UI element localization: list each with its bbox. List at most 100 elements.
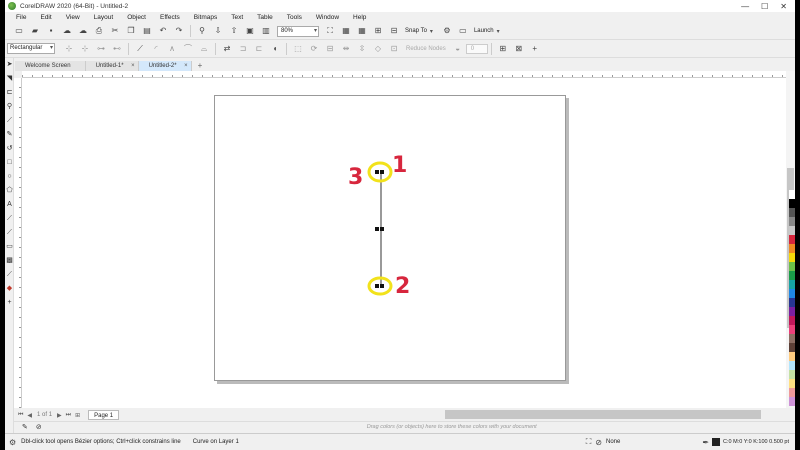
outline-color-swatch[interactable]: [712, 438, 721, 446]
bezier-tool-icon[interactable]: ↺: [5, 142, 14, 156]
curve-smoothness-icon[interactable]: ◒: [453, 44, 463, 54]
to-line-icon[interactable]: ⟋: [135, 44, 145, 54]
close-icon[interactable]: ×: [184, 61, 188, 71]
drop-shadow-tool-icon[interactable]: ▭: [5, 240, 14, 254]
reflect-horizontal-icon[interactable]: ⇹: [341, 44, 351, 54]
selection-mode-dropdown[interactable]: Rectangular: [7, 43, 55, 54]
snap-to-dropdown[interactable]: Snap To: [405, 28, 427, 34]
join-nodes-icon[interactable]: ⊶: [96, 44, 106, 54]
color-swatch[interactable]: [789, 271, 795, 280]
no-fill-icon[interactable]: ⊘: [595, 438, 602, 447]
horizontal-ruler[interactable]: [22, 71, 786, 78]
launch-icon[interactable]: ▭: [458, 26, 468, 36]
color-swatch[interactable]: [789, 397, 795, 406]
zoom-out-icon[interactable]: ▥: [261, 26, 271, 36]
shape-tool-icon[interactable]: ◥: [5, 72, 14, 86]
eyedropper-icon[interactable]: ✎: [22, 423, 28, 431]
print-icon[interactable]: ⎙: [94, 26, 104, 36]
tab-welcome-screen[interactable]: Welcome Screen: [15, 61, 86, 71]
node-distribution-icon[interactable]: ⊞: [498, 44, 508, 54]
maximize-button[interactable]: ☐: [761, 2, 768, 11]
add-tab-icon[interactable]: +: [198, 61, 203, 71]
paste-icon[interactable]: ▤: [142, 26, 152, 36]
gear-icon[interactable]: ⚙: [9, 438, 16, 447]
crop-tool-icon[interactable]: ⊏: [5, 86, 14, 100]
export-icon[interactable]: ⇧: [229, 26, 239, 36]
guidelines-icon[interactable]: ⊞: [373, 26, 383, 36]
eyedropper-tool-icon[interactable]: ⟋: [5, 268, 14, 282]
color-swatch[interactable]: [789, 253, 795, 262]
color-swatch[interactable]: [789, 316, 795, 325]
import-icon[interactable]: ⇩: [213, 26, 223, 36]
fill-bucket-icon[interactable]: ⛶: [586, 437, 592, 447]
first-page-icon[interactable]: ⏮: [18, 412, 23, 419]
rotate-nodes-icon[interactable]: ⟳: [309, 44, 319, 54]
delete-node-icon[interactable]: ⊹: [80, 44, 90, 54]
color-swatch[interactable]: [789, 388, 795, 397]
color-swatch[interactable]: [789, 280, 795, 289]
parallel-dimension-tool-icon[interactable]: ⟋: [5, 212, 14, 226]
color-swatch[interactable]: [789, 298, 795, 307]
pen-nib-icon[interactable]: ✒: [702, 438, 709, 447]
drawing-canvas[interactable]: 1 2 3: [22, 78, 786, 408]
start-node-handle[interactable]: [375, 170, 379, 174]
color-swatch[interactable]: [789, 217, 795, 226]
launch-dropdown[interactable]: Launch: [474, 28, 494, 34]
publish-pdf-icon[interactable]: ▣: [245, 26, 255, 36]
last-page-icon[interactable]: ⏭: [66, 412, 71, 419]
color-swatch[interactable]: [789, 190, 795, 199]
menu-effects[interactable]: Effects: [153, 14, 187, 21]
color-swatch[interactable]: [789, 262, 795, 271]
chevron-down-icon[interactable]: ▾: [430, 28, 433, 35]
minimize-button[interactable]: —: [741, 2, 749, 11]
connector-tool-icon[interactable]: ⟋: [5, 226, 14, 240]
menu-layout[interactable]: Layout: [87, 14, 121, 21]
text-tool-icon[interactable]: A: [5, 198, 14, 212]
save-icon[interactable]: ▪: [46, 26, 56, 36]
smooth-node-icon[interactable]: ⌒: [183, 44, 193, 54]
zoom-tool-icon[interactable]: ⚲: [5, 100, 14, 114]
freehand-tool-icon[interactable]: ⟋: [5, 114, 14, 128]
to-curve-icon[interactable]: ◜: [151, 44, 161, 54]
vertical-ruler[interactable]: [14, 78, 22, 408]
menu-file[interactable]: File: [9, 14, 33, 21]
add-icon[interactable]: +: [530, 44, 540, 54]
cusp-node-icon[interactable]: ∧: [167, 44, 177, 54]
extract-subpath-icon[interactable]: ⊏: [254, 44, 264, 54]
close-button[interactable]: ✕: [780, 2, 787, 11]
artistic-media-tool-icon[interactable]: ✎: [5, 128, 14, 142]
previous-page-icon[interactable]: ◀: [27, 412, 32, 419]
menu-text[interactable]: Text: [224, 14, 250, 21]
color-swatch[interactable]: [789, 289, 795, 298]
menu-object[interactable]: Object: [120, 14, 153, 21]
end-node-handle[interactable]: [375, 284, 379, 288]
zoom-level-dropdown[interactable]: 80%: [277, 25, 319, 37]
interactive-fill-tool-icon[interactable]: ◆: [5, 282, 14, 296]
horizontal-scrollbar-thumb[interactable]: [445, 410, 761, 419]
gear-icon[interactable]: ⚙: [442, 26, 452, 36]
page-tab-1[interactable]: Page 1: [88, 410, 120, 420]
wrap-icon[interactable]: ⊠: [514, 44, 524, 54]
reverse-direction-icon[interactable]: ⇄: [222, 44, 232, 54]
menu-view[interactable]: View: [59, 14, 87, 21]
color-swatch[interactable]: [789, 343, 795, 352]
color-swatch[interactable]: [789, 325, 795, 334]
snap-to-icon[interactable]: ⊟: [389, 26, 399, 36]
color-swatch[interactable]: [789, 244, 795, 253]
grid-icon[interactable]: ▦: [357, 26, 367, 36]
pick-tool-icon[interactable]: ➤: [5, 58, 14, 72]
color-swatch[interactable]: [789, 226, 795, 235]
reflect-vertical-icon[interactable]: ⇳: [357, 44, 367, 54]
menu-window[interactable]: Window: [309, 14, 346, 21]
open-folder-icon[interactable]: ▰: [30, 26, 40, 36]
cloud-upload-icon[interactable]: ☁: [62, 26, 72, 36]
align-nodes-icon[interactable]: ⊟: [325, 44, 335, 54]
cut-icon[interactable]: ✂: [110, 26, 120, 36]
copy-icon[interactable]: ❐: [126, 26, 136, 36]
no-color-icon[interactable]: ⊘: [36, 423, 42, 431]
add-page-icon[interactable]: ⊞: [75, 412, 80, 419]
color-swatch[interactable]: [789, 334, 795, 343]
polygon-tool-icon[interactable]: ⬠: [5, 184, 14, 198]
color-swatch[interactable]: [789, 199, 795, 208]
rectangle-tool-icon[interactable]: □: [5, 156, 14, 170]
